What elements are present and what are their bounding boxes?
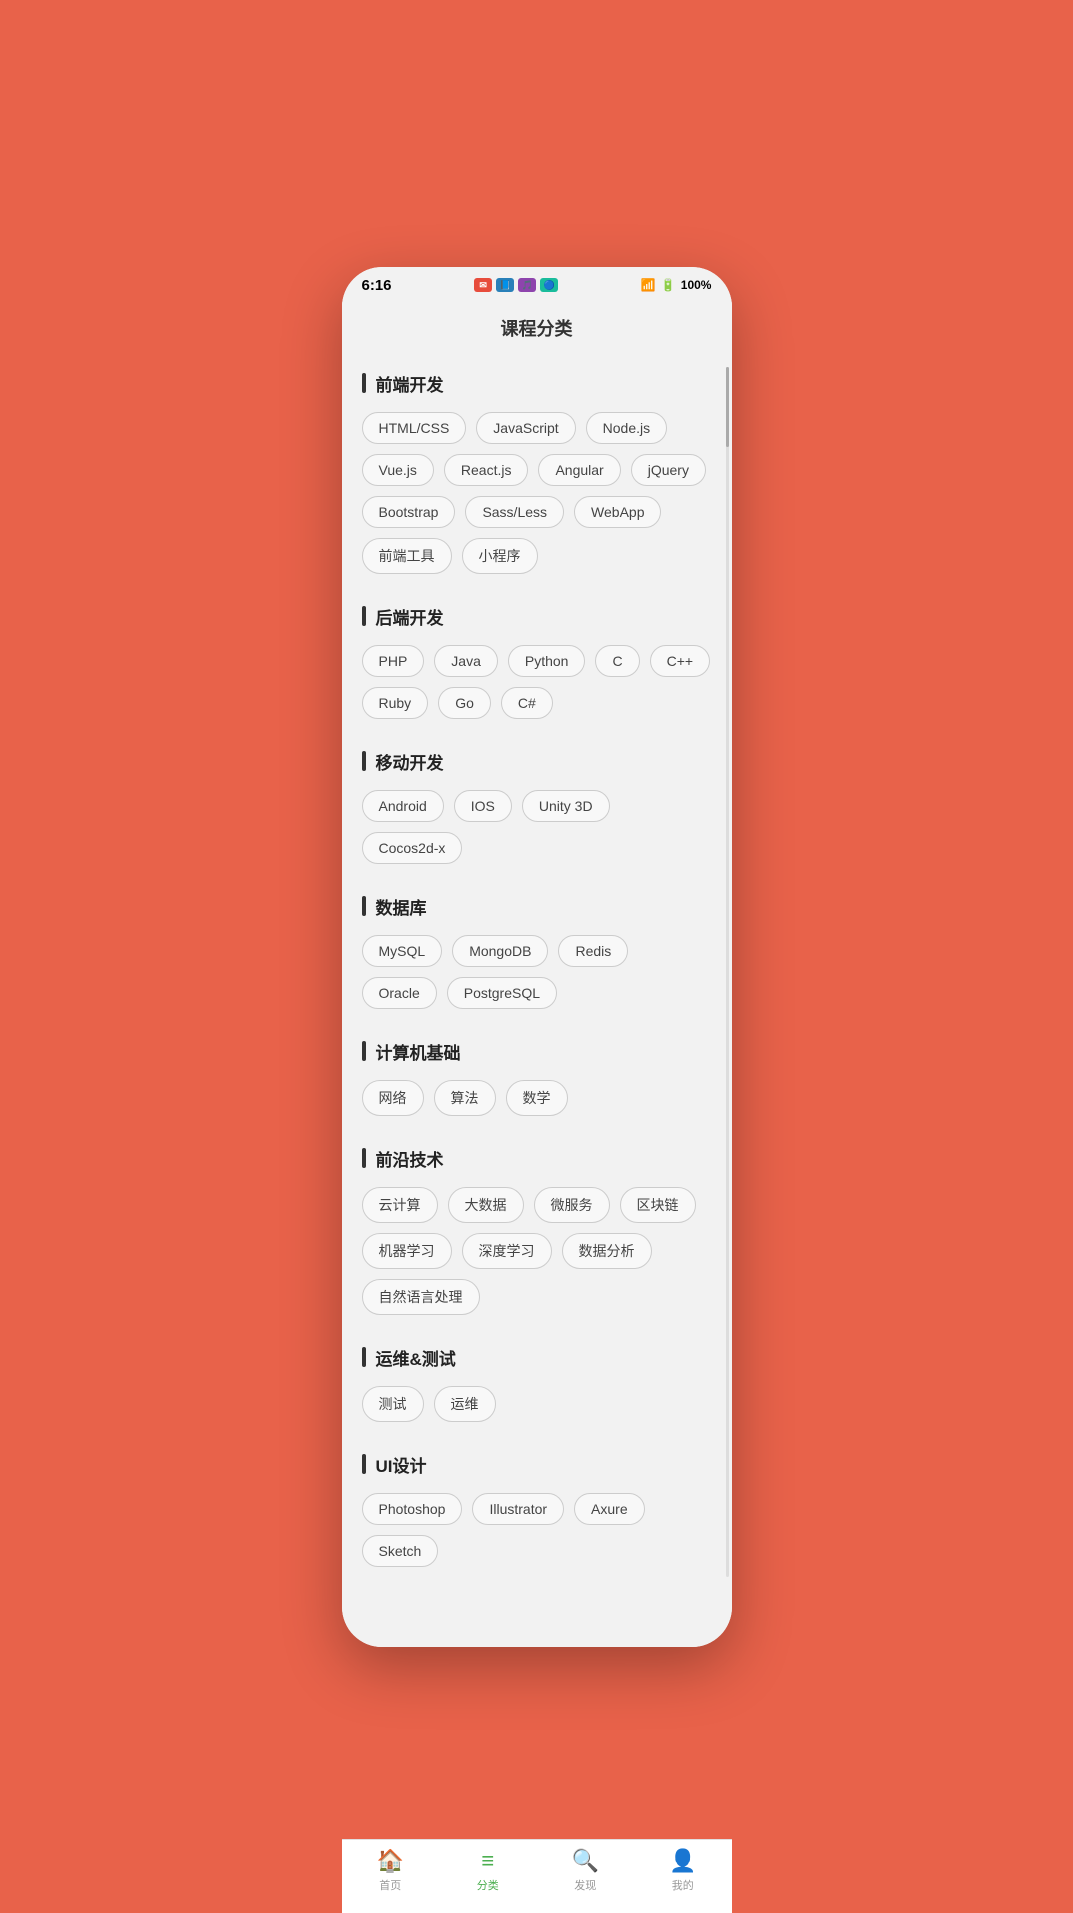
tag-ui-design-2[interactable]: Axure: [574, 1493, 645, 1525]
tag-mobile-1[interactable]: IOS: [454, 790, 512, 822]
section-title-devops: 运维&测试: [362, 1335, 712, 1370]
tags-container-frontier: 云计算大数据微服务区块链机器学习深度学习数据分析自然语言处理: [362, 1187, 712, 1315]
tag-frontier-7[interactable]: 自然语言处理: [362, 1279, 480, 1315]
tag-ui-design-3[interactable]: Sketch: [362, 1535, 439, 1567]
tag-frontend-10[interactable]: 前端工具: [362, 538, 452, 574]
section-mobile: 移动开发 Android IOS Unity 3D Cocos2d-x: [342, 739, 732, 884]
tag-backend-3[interactable]: C: [595, 645, 639, 677]
status-bar: 6:16 ✉ 📘 🎵 🔵 📶 🔋 100%: [342, 267, 732, 300]
tag-frontier-1[interactable]: 大数据: [448, 1187, 524, 1223]
tag-backend-2[interactable]: Python: [508, 645, 586, 677]
tag-frontier-0[interactable]: 云计算: [362, 1187, 438, 1223]
tag-frontend-5[interactable]: Angular: [538, 454, 620, 486]
tag-frontend-1[interactable]: JavaScript: [476, 412, 575, 444]
tag-frontier-4[interactable]: 机器学习: [362, 1233, 452, 1269]
tags-container-devops: 测试运维: [362, 1386, 712, 1422]
tag-frontend-9[interactable]: WebApp: [574, 496, 661, 528]
notif-icon-purple: 🎵: [518, 278, 536, 292]
tag-frontend-2[interactable]: Node.js: [586, 412, 667, 444]
section-title-database: 数据库: [362, 884, 712, 919]
tag-backend-0[interactable]: PHP: [362, 645, 425, 677]
tag-cs-basics-2[interactable]: 数学: [506, 1080, 568, 1116]
section-frontend: 前端开发 HTML/CSS JavaScript Node.js Vue.js React…: [342, 361, 732, 594]
tag-frontier-6[interactable]: 数据分析: [562, 1233, 652, 1269]
tag-mobile-0[interactable]: Android: [362, 790, 444, 822]
section-ui-design: UI设计 Photoshop Illustrator Axure Sketch: [342, 1442, 732, 1587]
tag-backend-4[interactable]: C++: [650, 645, 710, 677]
section-title-ui-design: UI设计: [362, 1442, 712, 1477]
tag-database-4[interactable]: PostgreSQL: [447, 977, 557, 1009]
tag-backend-5[interactable]: Ruby: [362, 687, 429, 719]
tag-cs-basics-1[interactable]: 算法: [434, 1080, 496, 1116]
wifi-icon: 📶: [641, 278, 656, 292]
tag-ui-design-0[interactable]: Photoshop: [362, 1493, 463, 1525]
tags-container-mobile: Android IOS Unity 3D Cocos2d-x: [362, 790, 712, 864]
tag-ui-design-1[interactable]: Illustrator: [472, 1493, 564, 1525]
tag-frontier-2[interactable]: 微服务: [534, 1187, 610, 1223]
tags-container-frontend: HTML/CSS JavaScript Node.js Vue.js React.js A…: [362, 412, 712, 574]
tag-devops-1[interactable]: 运维: [434, 1386, 496, 1422]
section-devops: 运维&测试测试运维: [342, 1335, 732, 1442]
signal-icon: 🔋: [661, 278, 676, 292]
tags-container-database: MySQL MongoDB Redis Oracle PostgreSQL: [362, 935, 712, 1009]
section-title-frontend: 前端开发: [362, 361, 712, 396]
notif-icon-blue: 📘: [496, 278, 514, 292]
section-title-frontier: 前沿技术: [362, 1136, 712, 1171]
tag-frontend-6[interactable]: jQuery: [631, 454, 706, 486]
section-title-backend: 后端开发: [362, 594, 712, 629]
tag-frontier-5[interactable]: 深度学习: [462, 1233, 552, 1269]
section-title-cs-basics: 计算机基础: [362, 1029, 712, 1064]
section-backend: 后端开发 PHP Java Python C C++ Ruby Go C#: [342, 594, 732, 739]
tag-frontend-8[interactable]: Sass/Less: [465, 496, 564, 528]
tag-backend-6[interactable]: Go: [438, 687, 491, 719]
tags-container-ui-design: Photoshop Illustrator Axure Sketch: [362, 1493, 712, 1567]
status-time: 6:16: [362, 277, 392, 294]
tag-cs-basics-0[interactable]: 网络: [362, 1080, 424, 1116]
notif-icon-red: ✉: [474, 278, 492, 292]
tag-frontend-7[interactable]: Bootstrap: [362, 496, 456, 528]
scrollbar-thumb[interactable]: [726, 367, 729, 447]
phone-frame: 6:16 ✉ 📘 🎵 🔵 📶 🔋 100% 课程分类 前端开发 HTML/CSS J…: [342, 267, 732, 1647]
tag-frontend-4[interactable]: React.js: [444, 454, 529, 486]
section-database: 数据库 MySQL MongoDB Redis Oracle PostgreSQL: [342, 884, 732, 1029]
notif-icon-teal: 🔵: [540, 278, 558, 292]
tag-devops-0[interactable]: 测试: [362, 1386, 424, 1422]
tag-frontier-3[interactable]: 区块链: [620, 1187, 696, 1223]
tag-frontend-3[interactable]: Vue.js: [362, 454, 434, 486]
section-cs-basics: 计算机基础网络算法数学: [342, 1029, 732, 1136]
sections-container: 前端开发 HTML/CSS JavaScript Node.js Vue.js React…: [342, 361, 732, 1587]
tag-frontend-11[interactable]: 小程序: [462, 538, 538, 574]
page-title: 课程分类: [342, 300, 732, 361]
tag-backend-1[interactable]: Java: [434, 645, 498, 677]
section-title-mobile: 移动开发: [362, 739, 712, 774]
tag-frontend-0[interactable]: HTML/CSS: [362, 412, 467, 444]
page-content: 课程分类 前端开发 HTML/CSS JavaScript Node.js Vue.js…: [342, 300, 732, 1647]
status-right-icons: 📶 🔋 100%: [641, 278, 712, 292]
battery-percent: 100%: [681, 278, 712, 292]
tag-mobile-3[interactable]: Cocos2d-x: [362, 832, 463, 864]
section-frontier: 前沿技术云计算大数据微服务区块链机器学习深度学习数据分析自然语言处理: [342, 1136, 732, 1335]
tag-mobile-2[interactable]: Unity 3D: [522, 790, 610, 822]
notification-icons: ✉ 📘 🎵 🔵: [474, 278, 558, 292]
tag-database-2[interactable]: Redis: [558, 935, 628, 967]
tags-container-backend: PHP Java Python C C++ Ruby Go C#: [362, 645, 712, 719]
tag-backend-7[interactable]: C#: [501, 687, 553, 719]
tag-database-3[interactable]: Oracle: [362, 977, 437, 1009]
tag-database-1[interactable]: MongoDB: [452, 935, 548, 967]
tags-container-cs-basics: 网络算法数学: [362, 1080, 712, 1116]
scrollbar-track[interactable]: [726, 367, 729, 1577]
tag-database-0[interactable]: MySQL: [362, 935, 443, 967]
